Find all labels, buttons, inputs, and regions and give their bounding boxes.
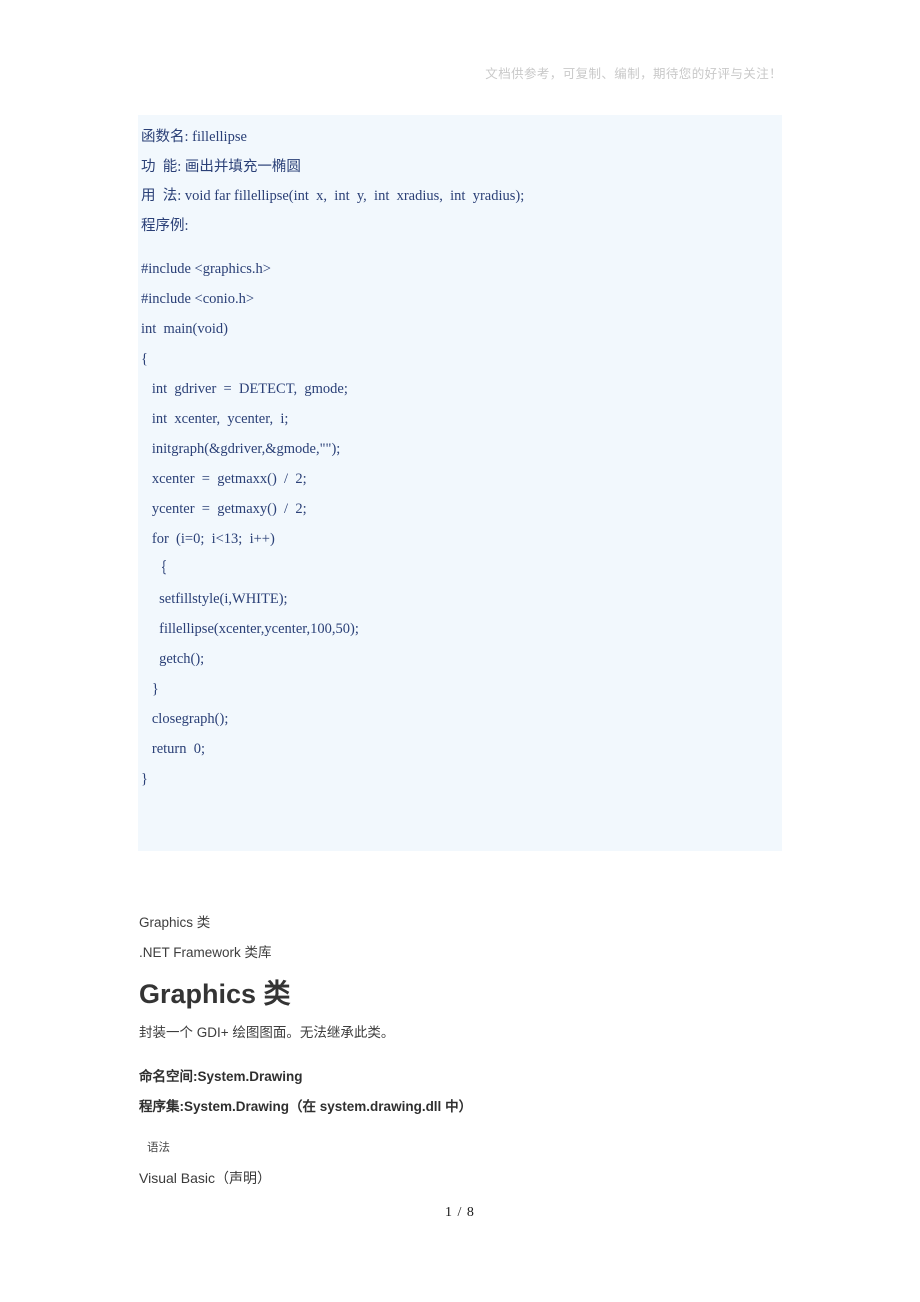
code-line: int gdriver = DETECT, gmode;	[141, 381, 348, 397]
code-line: initgraph(&gdriver,&gmode,"");	[141, 441, 341, 457]
syntax-section-label: 语法	[147, 1142, 170, 1154]
article-section: Graphics 类 .NET Framework 类库 Graphics 类 …	[139, 908, 839, 1193]
code-line: return 0;	[141, 741, 206, 757]
code-line: }	[141, 681, 159, 697]
code-line: {	[141, 351, 148, 367]
code-line: }	[141, 771, 148, 787]
spec-line-function-purpose: 功 能: 画出并填充一椭圆	[141, 158, 301, 175]
code-line: getch();	[141, 651, 205, 667]
metadata-block: 命名空间:System.Drawing 程序集:System.Drawing（在…	[139, 1062, 839, 1122]
code-line: #include <conio.h>	[141, 291, 254, 307]
code-reference-block: 函数名: fillellipse 功 能: 画出并填充一椭圆 用 法: void…	[138, 115, 782, 851]
document-page: 文档供参考，可复制、编制，期待您的好评与关注！ 函数名: fillellipse…	[0, 0, 920, 1302]
spacer-spec-code	[138, 241, 782, 254]
document-header-note: 文档供参考，可复制、编制，期待您的好评与关注！	[485, 67, 782, 81]
class-description: 封装一个 GDI+ 绘图图面。无法继承此类。	[139, 1025, 395, 1040]
namespace-line: 命名空间:System.Drawing	[139, 1069, 303, 1084]
breadcrumb-framework: .NET Framework 类库	[139, 945, 272, 960]
code-line: fillellipse(xcenter,ycenter,100,50);	[141, 621, 359, 637]
code-line: ｛	[141, 561, 167, 577]
breadcrumb-class: Graphics 类	[139, 915, 211, 930]
spec-line-example-label: 程序例:	[141, 217, 189, 234]
code-line: #include <graphics.h>	[141, 261, 271, 277]
code-line: closegraph();	[141, 711, 229, 727]
assembly-line: 程序集:System.Drawing（在 system.drawing.dll …	[139, 1099, 473, 1114]
page-title: Graphics 类	[139, 979, 291, 1009]
code-line: for (i=0; i<13; i++)	[141, 531, 275, 547]
language-declaration-line: Visual Basic（声明）	[139, 1170, 272, 1186]
code-line: ycenter = getmaxy() / 2;	[141, 501, 307, 517]
code-line: int xcenter, ycenter, i;	[141, 411, 289, 427]
spec-line-function-usage: 用 法: void far fillellipse(int x, int y, …	[141, 188, 525, 204]
page-footer: 1 / 8	[445, 1205, 475, 1220]
code-line: int main(void)	[141, 321, 228, 337]
code-line: setfillstyle(i,WHITE);	[141, 591, 288, 607]
spec-line-function-name: 函数名: fillellipse	[141, 129, 247, 145]
code-line: xcenter = getmaxx() / 2;	[141, 471, 307, 487]
code-reference-content: 函数名: fillellipse 功 能: 画出并填充一椭圆 用 法: void…	[138, 115, 782, 794]
